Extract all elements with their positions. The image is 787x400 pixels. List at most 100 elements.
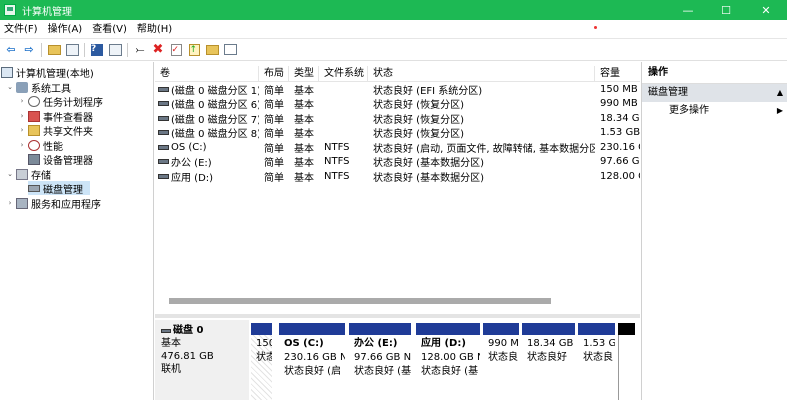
partition-apps-d[interactable]: 应用 (D:) 128.00 GB N 状态良好 (基: [415, 323, 480, 400]
tree-item-label: 性能: [43, 141, 63, 153]
layout-cell: 简单: [264, 129, 284, 141]
expand-chevron-icon[interactable]: ›: [18, 112, 26, 120]
forward-arrow-icon[interactable]: ⇨: [22, 43, 36, 57]
up-folder-icon[interactable]: [47, 43, 61, 57]
submenu-arrow-icon: ▶: [776, 106, 783, 115]
partition-status: 状态良: [488, 352, 518, 363]
disk-icon: [161, 328, 171, 333]
volume-name: (磁盘 0 磁盘分区 7): [171, 114, 259, 126]
tree-item-label: 服务和应用程序: [31, 199, 101, 211]
volume-name-cell: (磁盘 0 磁盘分区 8): [155, 125, 259, 140]
tree-item-shared-folders[interactable]: › 共享文件夹: [18, 123, 93, 138]
menu-file[interactable]: 文件(F): [0, 20, 43, 39]
column-header-capacity[interactable]: 容量: [595, 66, 640, 82]
partition-recovery-7[interactable]: 18.34 GB 状态良好: [521, 323, 575, 400]
disk-size: 476.81 GB: [161, 351, 214, 362]
volume-name: (磁盘 0 磁盘分区 6): [171, 100, 259, 112]
collapse-chevron-icon[interactable]: ⌄: [6, 83, 14, 91]
back-arrow-icon[interactable]: ⇦: [4, 43, 18, 57]
partition-bar: [578, 323, 615, 335]
partition-body: [618, 335, 635, 400]
main-content: 计算机管理(本地) ⌄ 系统工具 › 任务计划程序 › 事件查看器 › 共享文件…: [0, 62, 787, 400]
pane-splitter[interactable]: [155, 314, 640, 318]
table-row[interactable]: OS (C:) 简单 基本 NTFS 状态良好 (启动, 页面文件, 故障转储,…: [155, 140, 640, 155]
partition-recovery-6[interactable]: 990 M 状态良: [482, 323, 519, 400]
close-button[interactable]: ✕: [745, 0, 787, 20]
list-view-icon[interactable]: [223, 43, 237, 57]
partition-status: 状态: [256, 352, 272, 363]
table-row[interactable]: 办公 (E:) 简单 基本 NTFS 状态良好 (基本数据分区) 97.66 G…: [155, 154, 640, 169]
more-actions-item[interactable]: 更多操作 ▶: [642, 102, 787, 120]
column-header-status[interactable]: 状态: [368, 66, 595, 82]
actions-section-disk-management[interactable]: 磁盘管理 ▲: [642, 84, 787, 102]
show-hide-tree-icon[interactable]: [65, 43, 79, 57]
minimize-button[interactable]: —: [669, 0, 707, 20]
volume-icon: [158, 130, 169, 136]
collapse-up-icon[interactable]: ▲: [777, 84, 783, 102]
partition-recovery-8[interactable]: 1.53 G 状态良: [577, 323, 615, 400]
partition-size: 128.00 GB N: [421, 352, 480, 363]
tree-item-label: 共享文件夹: [43, 126, 93, 138]
tree-item-label: 系统工具: [31, 83, 71, 95]
expand-chevron-icon[interactable]: ›: [6, 199, 14, 207]
upload-icon[interactable]: ↑: [187, 43, 201, 57]
filesystem-cell: NTFS: [324, 170, 350, 182]
table-row[interactable]: 应用 (D:) 简单 基本 NTFS 状态良好 (基本数据分区) 128.00 …: [155, 169, 640, 184]
connect-icon[interactable]: ⤚: [133, 43, 147, 57]
tree-item-root[interactable]: 计算机管理(本地): [1, 65, 94, 80]
column-header-layout[interactable]: 布局: [259, 66, 289, 82]
table-row[interactable]: (磁盘 0 磁盘分区 8) 简单 基本 状态良好 (恢复分区) 1.53 GB: [155, 125, 640, 141]
expand-chevron-icon[interactable]: ›: [18, 97, 26, 105]
shared-folder-icon: [28, 124, 40, 136]
partition-efi[interactable]: 150 状态: [250, 323, 272, 400]
horizontal-scrollbar[interactable]: [169, 298, 551, 304]
properties-icon[interactable]: [108, 43, 122, 57]
partition-body: 150 状态: [251, 335, 272, 400]
navigation-tree: 计算机管理(本地) ⌄ 系统工具 › 任务计划程序 › 事件查看器 › 共享文件…: [0, 62, 154, 400]
tree-item-task-scheduler[interactable]: › 任务计划程序: [18, 94, 103, 109]
partition-office-e[interactable]: 办公 (E:) 97.66 GB N 状态良好 (基: [348, 323, 411, 400]
expand-chevron-icon[interactable]: ›: [18, 126, 26, 134]
checklist-icon[interactable]: ✓: [169, 43, 183, 57]
column-header-type[interactable]: 类型: [289, 66, 319, 82]
menu-action[interactable]: 操作(A): [43, 20, 88, 39]
tree-item-services-apps[interactable]: › 服务和应用程序: [6, 196, 101, 211]
partition-bar: [416, 323, 480, 335]
computer-icon: [1, 66, 13, 78]
disk-0-info[interactable]: 磁盘 0 基本 476.81 GB 联机: [155, 320, 249, 400]
toolbar-separator: [84, 42, 85, 57]
folder-icon[interactable]: [205, 43, 219, 57]
layout-cell: 简单: [264, 114, 284, 126]
tree-item-event-viewer[interactable]: › 事件查看器: [18, 109, 93, 124]
volume-name-cell: 办公 (E:): [155, 154, 259, 169]
tree-item-system-tools[interactable]: ⌄ 系统工具: [6, 80, 71, 95]
partition-os-c[interactable]: OS (C:) 230.16 GB N 状态良好 (启: [278, 323, 345, 400]
tree-item-performance[interactable]: › 性能: [18, 138, 63, 153]
tree-item-storage[interactable]: ⌄ 存储: [6, 167, 51, 182]
table-row[interactable]: (磁盘 0 磁盘分区 1) 简单 基本 状态良好 (EFI 系统分区) 150 …: [155, 82, 640, 97]
more-actions-label: 更多操作: [669, 105, 709, 116]
collapse-chevron-icon[interactable]: ⌄: [6, 170, 14, 178]
storage-icon: [16, 168, 28, 180]
partition-title: 应用 (D:): [421, 338, 466, 349]
services-icon: [16, 197, 28, 209]
partition-unallocated[interactable]: [617, 323, 635, 400]
maximize-button[interactable]: ☐: [707, 0, 745, 20]
partition-size: 97.66 GB N: [354, 352, 411, 363]
tree-item-device-manager[interactable]: 设备管理器: [28, 152, 93, 167]
partition-title: 办公 (E:): [354, 338, 398, 349]
actions-pane: 操作 磁盘管理 ▲ 更多操作 ▶: [641, 62, 787, 400]
table-row[interactable]: (磁盘 0 磁盘分区 7) 简单 基本 状态良好 (恢复分区) 18.34 G: [155, 111, 640, 126]
help-icon[interactable]: ?: [90, 43, 104, 57]
table-row[interactable]: (磁盘 0 磁盘分区 6) 简单 基本 状态良好 (恢复分区) 990 MB: [155, 97, 640, 112]
menu-help[interactable]: 帮助(H): [132, 20, 177, 39]
actions-section-label: 磁盘管理: [648, 87, 688, 98]
column-header-volume[interactable]: 卷: [155, 66, 259, 82]
tree-item-disk-management[interactable]: 磁盘管理: [28, 181, 90, 196]
delete-icon[interactable]: ✖: [151, 42, 165, 57]
menu-view[interactable]: 查看(V): [87, 20, 132, 39]
volume-icon: [158, 159, 169, 165]
tree-item-label: 任务计划程序: [43, 97, 103, 109]
column-header-filesystem[interactable]: 文件系统: [319, 66, 368, 82]
expand-chevron-icon[interactable]: ›: [18, 141, 26, 149]
